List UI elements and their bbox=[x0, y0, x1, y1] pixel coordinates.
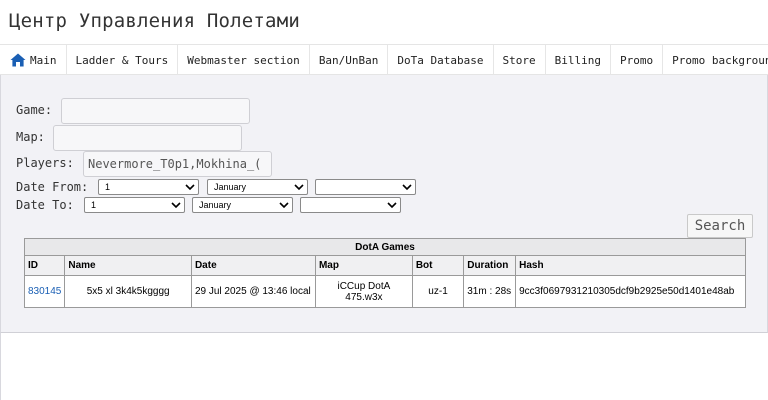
chevron-down-icon bbox=[387, 202, 397, 209]
cell-name: 5x5 xl 3k4k5kgggg bbox=[64, 275, 192, 308]
header: Центр Управления Полетами bbox=[0, 0, 768, 44]
cell-date: 29 Jul 2025 @ 13:46 local bbox=[190, 275, 316, 308]
nav-item-main[interactable]: Main bbox=[0, 45, 67, 75]
cell-id: 830145 bbox=[23, 275, 66, 308]
date-from-year-select[interactable] bbox=[315, 179, 416, 195]
column-header-map: Map bbox=[314, 255, 413, 276]
date-to-year-select[interactable] bbox=[300, 197, 401, 213]
chevron-down-icon bbox=[294, 184, 304, 191]
date-to-day-value: 1 bbox=[91, 200, 97, 210]
nav-item-store[interactable]: Store bbox=[494, 45, 546, 75]
nav-item-ban-unban[interactable]: Ban/UnBan bbox=[310, 45, 389, 75]
map-label: Map: bbox=[16, 130, 45, 144]
game-id-link[interactable]: 830145 bbox=[28, 286, 61, 297]
game-label: Game: bbox=[16, 103, 53, 117]
table-header-row: ID Name Date Map Bot Duration Hash bbox=[23, 255, 746, 276]
players-input[interactable] bbox=[83, 151, 272, 177]
nav-item-dota-database[interactable]: DoTa Database bbox=[388, 45, 494, 75]
chevron-down-icon bbox=[402, 184, 412, 191]
chevron-down-icon bbox=[185, 184, 195, 191]
column-header-hash: Hash bbox=[515, 255, 746, 276]
players-label: Players: bbox=[16, 156, 74, 170]
nav-item-promo-background[interactable]: Promo background bbox=[663, 45, 768, 75]
cell-duration: 31m : 28s bbox=[463, 275, 517, 308]
site-title: Центр Управления Полетами bbox=[9, 10, 300, 32]
search-button[interactable]: Search bbox=[687, 214, 753, 238]
table-caption: DotA Games bbox=[24, 238, 746, 256]
page-footer-area bbox=[0, 333, 768, 400]
chevron-down-icon bbox=[171, 202, 181, 209]
date-to-day-select[interactable]: 1 bbox=[84, 197, 185, 213]
games-table: DotA Games ID Name Date Map Bot Duration… bbox=[23, 238, 746, 308]
nav-item-webmaster-section[interactable]: Webmaster section bbox=[178, 45, 310, 75]
column-header-name: Name bbox=[64, 255, 192, 276]
date-from-month-select[interactable]: January bbox=[207, 179, 308, 195]
column-header-id: ID bbox=[23, 255, 66, 276]
chevron-down-icon bbox=[279, 202, 289, 209]
nav-item-billing[interactable]: Billing bbox=[546, 45, 611, 75]
date-from-label: Date From: bbox=[16, 180, 89, 194]
map-input[interactable] bbox=[53, 125, 242, 151]
nav-item-promo[interactable]: Promo bbox=[611, 45, 664, 75]
date-from-day-value: 1 bbox=[105, 182, 111, 192]
game-input[interactable] bbox=[61, 98, 250, 124]
map-line-2: 475.w3x bbox=[345, 291, 383, 303]
table-row: 830145 5x5 xl 3k4k5kgggg 29 Jul 2025 @ 1… bbox=[23, 275, 746, 308]
date-from-day-select[interactable]: 1 bbox=[98, 179, 199, 195]
date-to-label: Date To: bbox=[16, 198, 74, 212]
column-header-bot: Bot bbox=[411, 255, 465, 276]
column-header-duration: Duration bbox=[463, 255, 517, 276]
nav-item-label: Main bbox=[30, 53, 57, 67]
cell-bot: uz-1 bbox=[411, 275, 465, 308]
date-to-month-value: January bbox=[199, 200, 232, 210]
cell-map: iCCup DotA 475.w3x bbox=[314, 275, 413, 308]
cell-hash: 9cc3f0697931210305dcf9b2925e50d1401e48ab bbox=[515, 275, 746, 308]
date-from-month-value: January bbox=[214, 182, 247, 192]
main-nav: Main Ladder & Tours Webmaster section Ba… bbox=[0, 44, 768, 75]
home-icon bbox=[10, 53, 26, 67]
map-line-1: iCCup DotA bbox=[337, 280, 391, 292]
date-to-month-select[interactable]: January bbox=[192, 197, 293, 213]
column-header-date: Date bbox=[190, 255, 316, 276]
nav-item-ladder-tours[interactable]: Ladder & Tours bbox=[67, 45, 179, 75]
